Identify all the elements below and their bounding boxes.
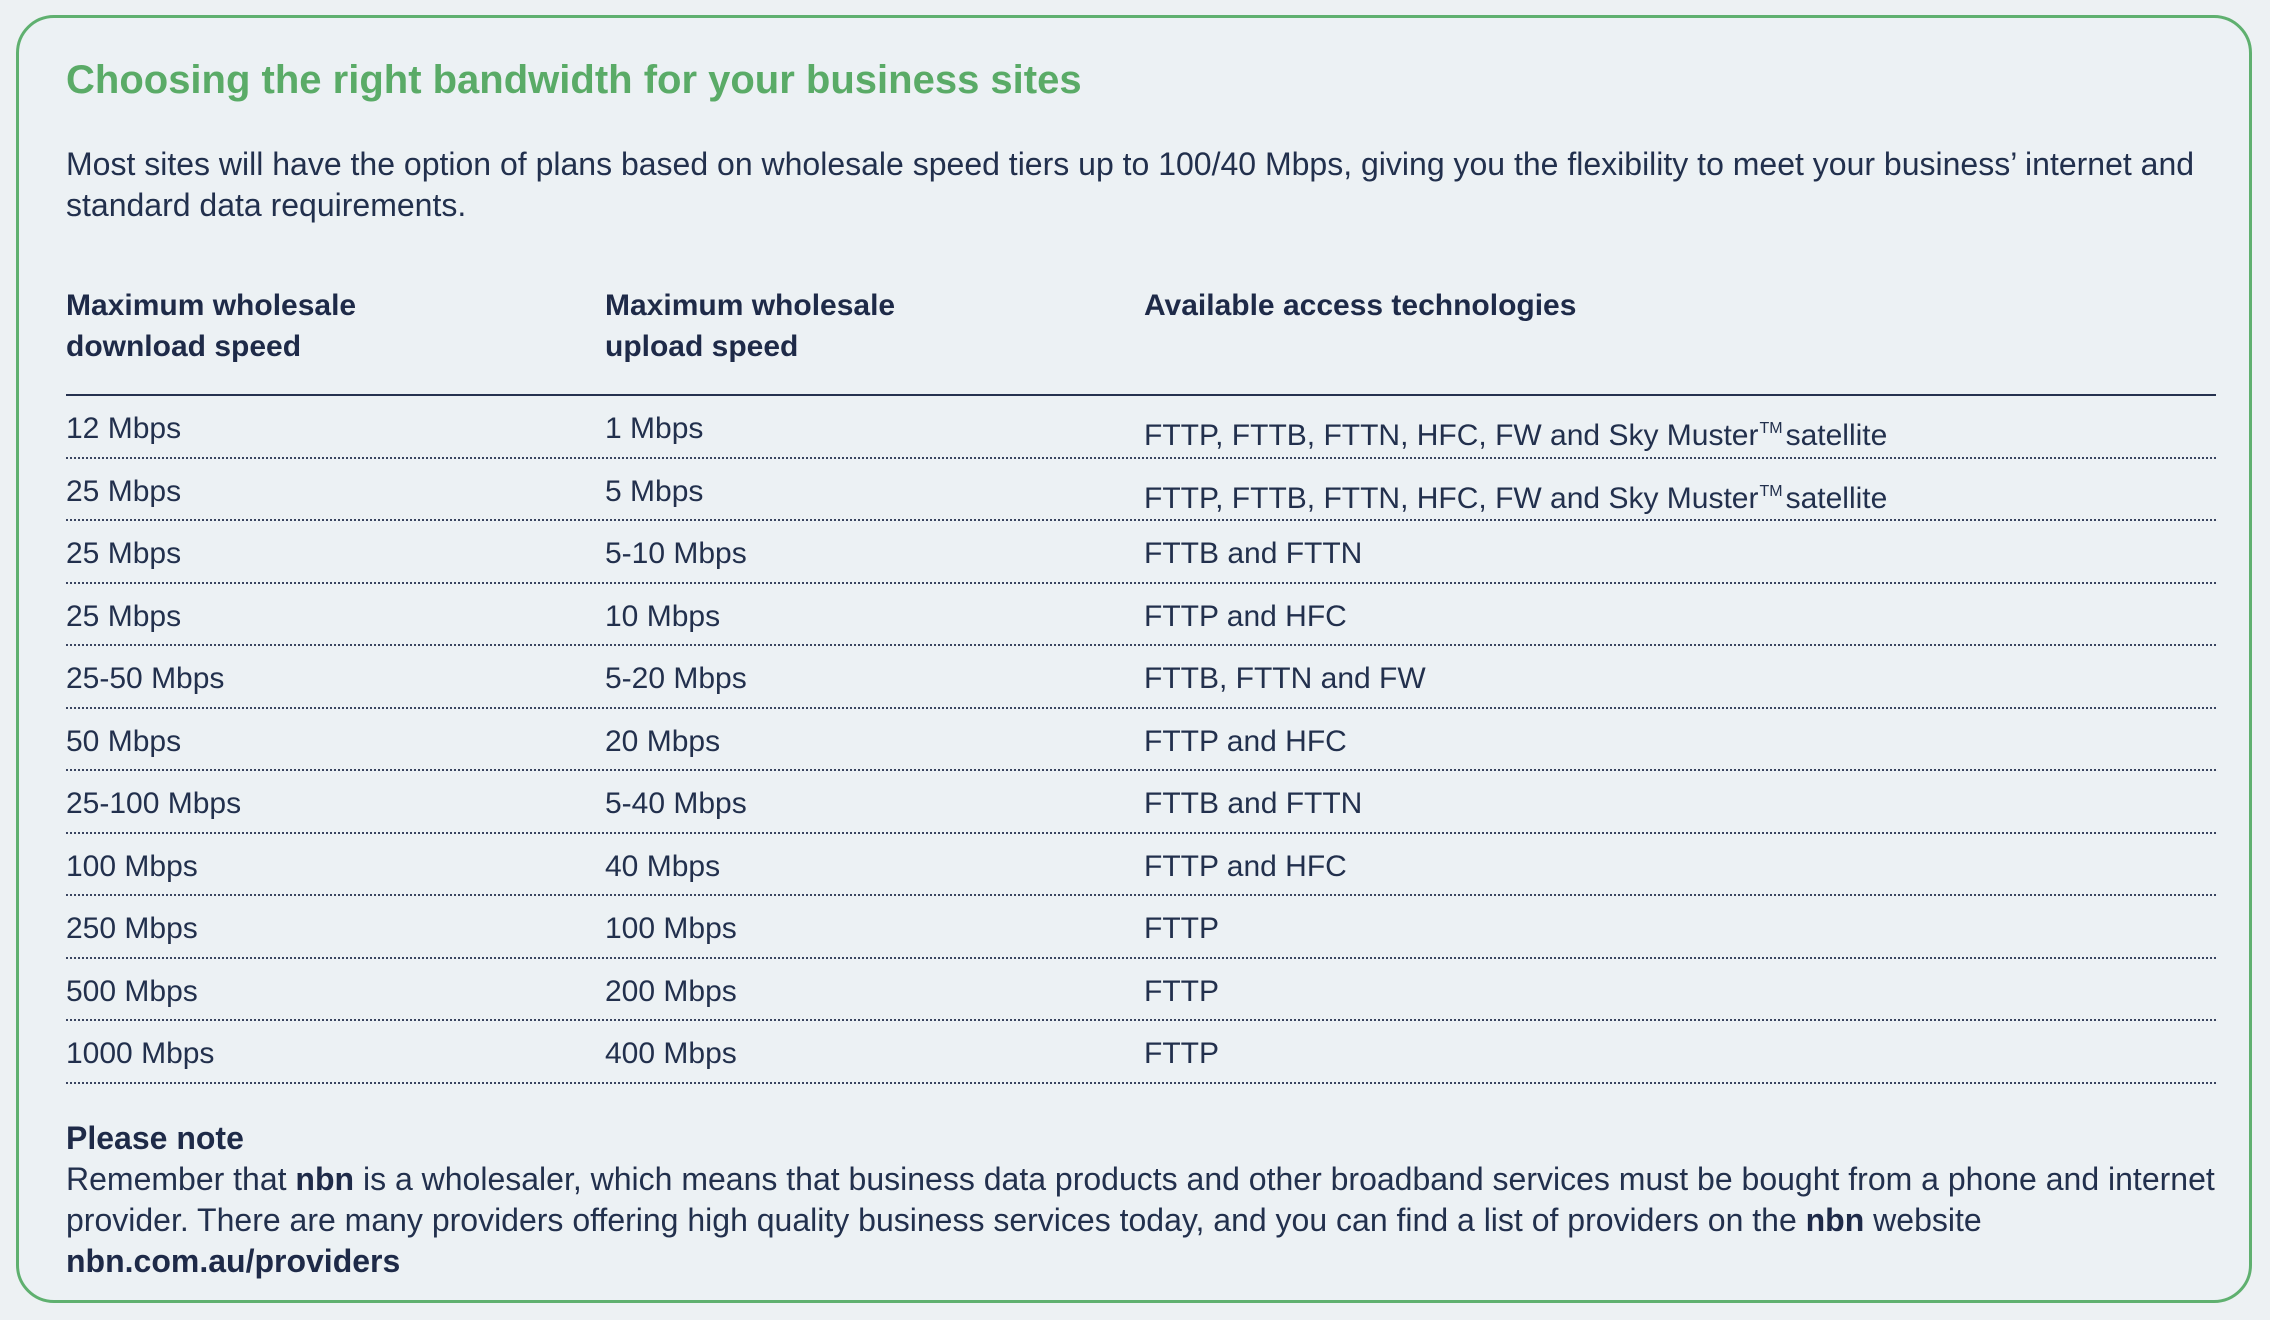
cell-upload-speed: 200 Mbps (605, 974, 737, 1008)
technology-list: FTTP (1144, 912, 1219, 945)
table-row: 25 Mbps 5 Mbps FTTP, FTTB, FTTN, HFC, FW a… (66, 459, 2216, 521)
cell-access-technologies: FTTP, FTTB, FTTN, HFC, FW and Sky Muster… (1144, 411, 1887, 454)
info-card: Choosing the right bandwidth for your bu… (16, 15, 2252, 1303)
cell-access-technologies: FTTB and FTTN (1144, 786, 1362, 822)
technology-list: FTTP and HFC (1144, 599, 1347, 633)
cell-upload-speed: 5-20 Mbps (605, 662, 747, 695)
cell-access-technologies: FTTP (1144, 974, 1219, 1010)
technology-list: FTTP (1144, 1037, 1219, 1070)
cell-download-speed: 25-50 Mbps (66, 662, 225, 695)
technology-suffix: satellite (1785, 419, 1888, 452)
table-row: 25-100 Mbps 5-40 Mbps FTTB and FTTN (66, 771, 2216, 834)
cell-access-technologies: FTTP (1144, 1036, 1219, 1072)
cell-upload-speed: 5-10 Mbps (605, 537, 747, 570)
technology-list: FTTB and FTTN (1144, 787, 1363, 820)
cell-download-speed: 25-100 Mbps (66, 787, 242, 820)
trademark-symbol: TM (1759, 482, 1783, 500)
intro-paragraph: Most sites will have the option of plans… (66, 146, 2195, 223)
cell-download-speed: 25 Mbps (66, 599, 182, 633)
cell-access-technologies: FTTP and HFC (1144, 599, 1347, 635)
note-text-1: Remember that (66, 1161, 296, 1197)
technology-list: FTTB and FTTN (1144, 537, 1363, 570)
cell-download-speed: 100 Mbps (66, 849, 198, 883)
table-header: Maximum wholesale download speed Maximum… (66, 270, 2216, 396)
cell-download-speed: 25 Mbps (66, 474, 182, 508)
cell-download-speed: 1000 Mbps (66, 1037, 215, 1070)
cell-download-speed: 250 Mbps (66, 912, 198, 945)
cell-upload-speed: 1 Mbps (605, 412, 704, 445)
cell-download-speed: 500 Mbps (66, 974, 198, 1008)
technology-list: FTTP and HFC (1144, 849, 1347, 883)
cell-access-technologies: FTTP (1144, 911, 1219, 947)
cell-upload-speed: 400 Mbps (605, 1037, 737, 1070)
nbn-brand-2: nbn (1805, 1202, 1865, 1238)
trademark-symbol: TM (1759, 420, 1783, 437)
header-access-technologies: Available access technologies (1144, 289, 1577, 322)
providers-link[interactable]: nbn.com.au/providers (66, 1243, 400, 1279)
table-row: 250 Mbps 100 Mbps FTTP (66, 896, 2216, 959)
cell-access-technologies: FTTP, FTTB, FTTN, HFC, FW and Sky Muster… (1144, 474, 1887, 517)
header-download-speed: Maximum wholesale download speed (66, 289, 357, 363)
note-text-3: website (1864, 1202, 1982, 1238)
cell-upload-speed: 20 Mbps (605, 724, 721, 758)
cell-download-speed: 25 Mbps (66, 537, 182, 570)
cell-access-technologies: FTTB, FTTN and FW (1144, 661, 1426, 697)
table-row: 25 Mbps 10 Mbps FTTP and HFC (66, 584, 2216, 646)
cell-access-technologies: FTTB and FTTN (1144, 536, 1362, 572)
table-body: 12 Mbps 1 Mbps FTTP, FTTB, FTTN, HFC, FW a… (66, 396, 2216, 1084)
technology-list: FTTP, FTTB, FTTN, HFC, FW and Sky Muster (1144, 419, 1759, 452)
note-body: Remember that nbn is a wholesaler, which… (66, 1159, 2216, 1282)
cell-download-speed: 50 Mbps (66, 724, 182, 758)
header-upload-speed: Maximum wholesale upload speed (605, 289, 896, 363)
table-row: 1000 Mbps 400 Mbps FTTP (66, 1021, 2216, 1084)
technology-suffix: satellite (1785, 481, 1888, 515)
technology-list: FTTP (1144, 974, 1219, 1008)
cell-access-technologies: FTTP and HFC (1144, 849, 1347, 885)
table-row: 50 Mbps 20 Mbps FTTP and HFC (66, 709, 2216, 771)
cell-upload-speed: 5-40 Mbps (605, 787, 747, 820)
note-heading: Please note (66, 1120, 244, 1156)
table-row: 100 Mbps 40 Mbps FTTP and HFC (66, 834, 2216, 896)
cell-upload-speed: 100 Mbps (605, 912, 737, 945)
cell-download-speed: 12 Mbps (66, 412, 182, 445)
note-section: Please note Remember that nbn is a whole… (66, 1118, 2216, 1282)
table-row: 25-50 Mbps 5-20 Mbps FTTB, FTTN and FW (66, 646, 2216, 709)
table-row: 12 Mbps 1 Mbps FTTP, FTTB, FTTN, HFC, FW a… (66, 396, 2216, 459)
technology-list: FTTP and HFC (1144, 724, 1347, 758)
cell-upload-speed: 5 Mbps (605, 474, 704, 508)
table-row: 500 Mbps 200 Mbps FTTP (66, 959, 2216, 1021)
cell-access-technologies: FTTP and HFC (1144, 724, 1347, 760)
technology-list: FTTP, FTTB, FTTN, HFC, FW and Sky Muster (1144, 481, 1759, 515)
nbn-brand-1: nbn (295, 1161, 355, 1197)
cell-upload-speed: 40 Mbps (605, 849, 721, 883)
technology-list: FTTB, FTTN and FW (1144, 662, 1426, 695)
bandwidth-table: Maximum wholesale download speed Maximum… (66, 270, 2216, 1084)
table-row: 25 Mbps 5-10 Mbps FTTB and FTTN (66, 521, 2216, 584)
cell-upload-speed: 10 Mbps (605, 599, 721, 633)
page-title: Choosing the right bandwidth for your bu… (66, 58, 1082, 102)
